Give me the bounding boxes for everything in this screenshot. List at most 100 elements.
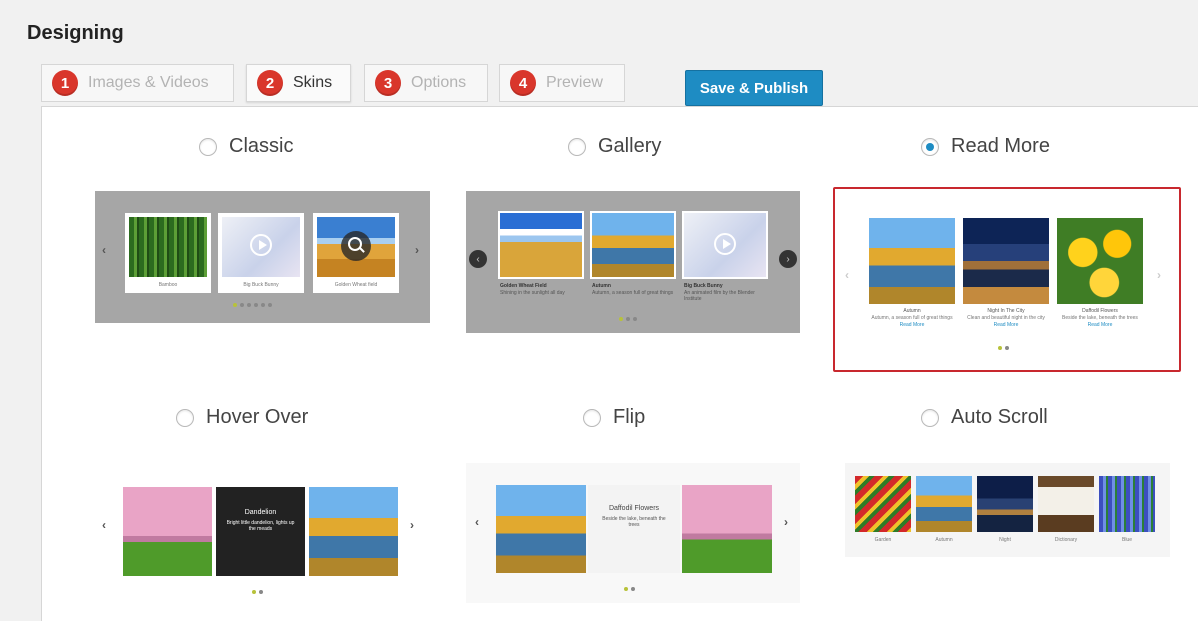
- pagination-dots: [998, 346, 1009, 350]
- step-3-badge: 3: [375, 70, 401, 96]
- step-4-badge: 4: [510, 70, 536, 96]
- scroll-caption: Blue: [1121, 537, 1132, 543]
- read-more-link[interactable]: Read More: [1057, 322, 1143, 328]
- hover-caption-box: Dandelion Bright little dandelion, light…: [216, 487, 305, 576]
- autumn-image: [916, 476, 972, 532]
- flip-title: Daffodil Flowers: [608, 505, 660, 512]
- chevron-right-icon: ›: [410, 518, 414, 532]
- readmore-desc: Beside the lake, beneath the trees: [1062, 315, 1138, 321]
- skin-label: Hover Over: [206, 406, 309, 428]
- page-title: Designing: [27, 22, 124, 44]
- skin-label: Classic: [229, 135, 294, 157]
- night-image: [977, 476, 1033, 532]
- gallery-radio[interactable]: [568, 137, 586, 156]
- skin-label: Flip: [613, 406, 646, 428]
- step-label: Images & Videos: [88, 74, 209, 91]
- readmore-radio[interactable]: [921, 137, 939, 156]
- scroll-caption: Dictionary: [1054, 537, 1078, 543]
- pagination-dots: [624, 587, 635, 591]
- step-skins[interactable]: 2 Skins: [246, 64, 351, 102]
- slide-thumb: Golden Wheat field: [313, 213, 399, 293]
- skin-option-autoscroll[interactable]: Auto Scroll: [921, 406, 1048, 429]
- pagination-dots: [233, 303, 272, 307]
- skin-option-hover[interactable]: Hover Over: [176, 406, 308, 429]
- bunny-image: [682, 211, 768, 279]
- pagination-dots: [252, 590, 263, 594]
- pagination-dots: [619, 317, 637, 321]
- step-label: Skins: [293, 74, 333, 91]
- skin-option-readmore[interactable]: Read More: [921, 135, 1050, 158]
- dictionary-image: [1038, 476, 1094, 532]
- garden-image: [855, 476, 911, 532]
- gallery-desc: Shining in the sunlight all day: [500, 290, 565, 296]
- chevron-left-icon: ‹: [475, 515, 479, 529]
- step-label: Options: [411, 74, 467, 91]
- chevron-left-icon: ‹: [102, 243, 106, 257]
- play-icon: [714, 233, 736, 255]
- chevron-left-icon: ‹: [845, 268, 849, 282]
- read-more-link[interactable]: Read More: [963, 322, 1049, 328]
- city-image: [963, 218, 1049, 304]
- wizard-steps: 1 Images & Videos 2 Skins 3 Options 4 Pr…: [41, 64, 1198, 106]
- flip-desc: Beside the lake, beneath the trees: [602, 516, 666, 528]
- chevron-right-icon: ›: [779, 250, 797, 268]
- flip-radio[interactable]: [583, 408, 601, 427]
- classic-preview[interactable]: ‹ › Bamboo Big Buck Bunny Golden Wheat f…: [95, 191, 430, 323]
- chevron-left-icon: ‹: [102, 518, 106, 532]
- blue-flowers-image: [1099, 476, 1155, 532]
- skin-option-flip[interactable]: Flip: [583, 406, 645, 429]
- slide-caption: Golden Wheat field: [334, 282, 378, 288]
- wheat-image: [498, 211, 584, 279]
- cherry-blossom-image: [682, 485, 772, 573]
- gallery-desc: Autumn, a season full of great things: [592, 290, 674, 296]
- chevron-right-icon: ›: [415, 243, 419, 257]
- autumn-image: [590, 211, 676, 279]
- autoscroll-preview[interactable]: Garden Autumn Night Dictionary Blue: [845, 463, 1170, 557]
- autumn-image: [309, 487, 398, 576]
- step-label: Preview: [546, 74, 603, 91]
- skin-label: Gallery: [598, 135, 662, 157]
- scroll-caption: Garden: [874, 537, 892, 543]
- hover-desc: Bright little dandelion, lights up the m…: [226, 520, 295, 532]
- skin-label: Read More: [951, 135, 1050, 157]
- save-publish-button[interactable]: Save & Publish: [685, 70, 823, 106]
- cherry-blossom-image: [123, 487, 212, 576]
- slide-thumb: Big Buck Bunny: [218, 213, 304, 293]
- chevron-right-icon: ›: [1157, 268, 1161, 282]
- readmore-title: Daffodil Flowers: [1082, 308, 1118, 314]
- scroll-caption: Night: [999, 537, 1011, 543]
- slide-thumb: Bamboo: [125, 213, 211, 293]
- step-2-badge: 2: [257, 70, 283, 96]
- chevron-right-icon: ›: [784, 515, 788, 529]
- readmore-preview[interactable]: ‹ › Autumn Autumn, a season full of grea…: [845, 210, 1170, 360]
- readmore-title: Night In The City: [987, 308, 1025, 314]
- slide-caption: Big Buck Bunny: [243, 282, 279, 288]
- step-options[interactable]: 3 Options: [364, 64, 488, 102]
- readmore-desc: Autumn, a season full of great things: [871, 315, 953, 321]
- gallery-title: Autumn: [592, 283, 611, 289]
- gallery-desc: An animated film by the Blender Institut…: [684, 290, 755, 302]
- hover-title: Dandelion: [244, 509, 277, 516]
- step-images-videos[interactable]: 1 Images & Videos: [41, 64, 234, 102]
- read-more-link[interactable]: Read More: [869, 322, 955, 328]
- skin-label: Auto Scroll: [951, 406, 1048, 428]
- autoscroll-radio[interactable]: [921, 408, 939, 427]
- daffodil-image: [1057, 218, 1143, 304]
- gallery-preview[interactable]: ‹ › Golden Wheat Field Shining in the su…: [466, 191, 800, 333]
- magnifier-icon: [341, 231, 371, 261]
- play-icon: [250, 234, 272, 256]
- readmore-title: Autumn: [903, 308, 921, 314]
- scroll-caption: Autumn: [935, 537, 953, 543]
- skin-option-gallery[interactable]: Gallery: [568, 135, 661, 158]
- flip-preview[interactable]: ‹ › Daffodil Flowers Beside the lake, be…: [466, 463, 800, 603]
- classic-radio[interactable]: [199, 137, 217, 156]
- step-preview[interactable]: 4 Preview: [499, 64, 625, 102]
- hover-preview[interactable]: ‹ › Dandelion Bright little dandelion, l…: [95, 470, 430, 600]
- bamboo-image: [129, 217, 207, 277]
- hover-radio[interactable]: [176, 408, 194, 427]
- gallery-title: Big Buck Bunny: [684, 283, 723, 289]
- chevron-left-icon: ‹: [469, 250, 487, 268]
- skin-option-classic[interactable]: Classic: [199, 135, 293, 158]
- readmore-desc: Clean and beautiful night in the city: [967, 315, 1045, 321]
- autumn-image: [869, 218, 955, 304]
